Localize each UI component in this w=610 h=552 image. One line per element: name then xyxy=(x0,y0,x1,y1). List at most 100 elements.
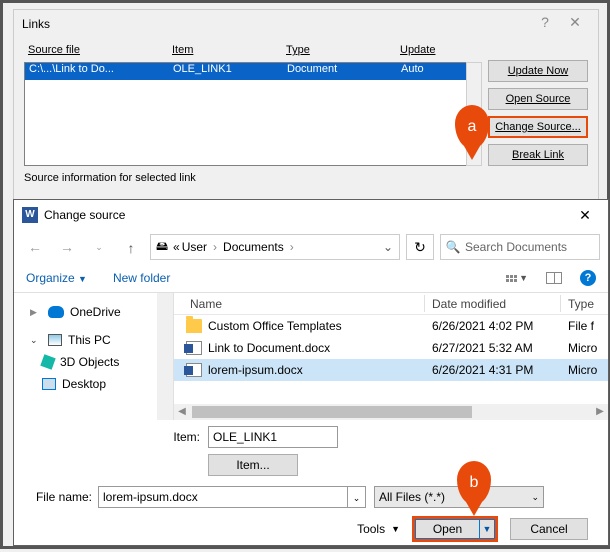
cancel-button[interactable]: Cancel xyxy=(510,518,588,540)
scroll-thumb[interactable] xyxy=(192,406,472,418)
file-row[interactable]: Link to Document.docx 6/27/2021 5:32 AM … xyxy=(174,337,608,359)
recent-dropdown-icon[interactable]: ⌄ xyxy=(86,234,112,260)
file-type: Micro xyxy=(568,363,597,377)
tree-desktop[interactable]: Desktop xyxy=(14,373,173,395)
breadcrumb-sep: « xyxy=(173,240,180,254)
file-type: Micro xyxy=(568,341,597,355)
col-name[interactable]: Name xyxy=(190,297,222,311)
chevron-down-icon: ▼ xyxy=(519,273,528,283)
close-icon[interactable]: ✕ xyxy=(570,207,600,224)
chevron-down-icon: ▼ xyxy=(78,274,87,284)
document-icon xyxy=(186,363,202,377)
links-titlebar: Links ? ✕ xyxy=(14,10,598,38)
filename-label: File name: xyxy=(26,490,98,504)
tree-label: Desktop xyxy=(62,377,106,391)
tree-label: OneDrive xyxy=(70,305,121,319)
update-now-button[interactable]: Update Now xyxy=(488,60,588,82)
open-dropdown-icon[interactable]: ▼ xyxy=(479,519,495,539)
view-mode-button[interactable]: ▼ xyxy=(506,273,528,283)
folder-tree[interactable]: ▶ OneDrive ⌄ This PC 3D Objects Desktop xyxy=(14,293,174,420)
header-source: Source file xyxy=(28,44,80,56)
back-button[interactable]: ← xyxy=(22,234,48,260)
item-label: Item: xyxy=(26,430,208,444)
organize-menu[interactable]: Organize ▼ xyxy=(26,271,87,285)
chevron-down-icon[interactable]: ⌄ xyxy=(383,240,393,254)
header-type: Type xyxy=(286,44,310,56)
header-item: Item xyxy=(172,44,193,56)
open-source-button[interactable]: Open Source xyxy=(488,88,588,110)
chevron-down-icon: ▼ xyxy=(391,524,400,534)
links-footer: Source information for selected link xyxy=(14,170,598,186)
breadcrumb-documents[interactable]: Documents xyxy=(223,240,284,254)
help-icon[interactable]: ? xyxy=(530,14,560,34)
folder-icon xyxy=(186,319,202,333)
file-date: 6/26/2021 4:31 PM xyxy=(432,363,533,377)
tree-this-pc[interactable]: ⌄ This PC xyxy=(14,329,173,351)
file-date: 6/27/2021 5:32 AM xyxy=(432,341,533,355)
help-icon[interactable]: ? xyxy=(580,270,596,286)
cs-titlebar: W Change source ✕ xyxy=(14,200,608,230)
forward-button[interactable]: → xyxy=(54,234,80,260)
file-name: Link to Document.docx xyxy=(208,341,330,355)
links-dialog: Links ? ✕ Source file Item Type Update C… xyxy=(13,9,599,204)
filename-input[interactable]: lorem-ipsum.docx xyxy=(98,486,348,508)
scroll-right-icon[interactable]: ▶ xyxy=(592,404,608,420)
col-type[interactable]: Type xyxy=(568,297,594,311)
pc-icon xyxy=(48,334,62,346)
cell-update: Auto xyxy=(401,63,424,75)
tree-label: This PC xyxy=(68,333,111,347)
scroll-left-icon[interactable]: ◀ xyxy=(174,404,190,420)
search-placeholder: Search Documents xyxy=(465,240,567,254)
item-button[interactable]: Item... xyxy=(208,454,298,476)
chevron-right-icon[interactable]: ▶ xyxy=(30,307,40,318)
word-icon: W xyxy=(22,207,38,223)
drive-icon: 🖴 xyxy=(153,237,171,258)
tree-3d-objects[interactable]: 3D Objects xyxy=(14,351,173,373)
file-row[interactable]: Custom Office Templates 6/26/2021 4:02 P… xyxy=(174,315,608,337)
links-headers: Source file Item Type Update xyxy=(24,44,466,60)
file-hscrollbar[interactable]: ◀ ▶ xyxy=(174,404,608,420)
file-list[interactable]: Name Date modified Type Custom Office Te… xyxy=(174,293,608,420)
tree-label: 3D Objects xyxy=(60,355,119,369)
new-folder-button[interactable]: New folder xyxy=(113,271,170,285)
search-input[interactable]: 🔍 Search Documents xyxy=(440,234,600,260)
links-row[interactable]: C:\...\Link to Do... OLE_LINK1 Document … xyxy=(25,63,466,80)
break-link-button[interactable]: Break Link xyxy=(488,144,588,166)
breadcrumb-user[interactable]: User xyxy=(182,240,207,254)
links-title: Links xyxy=(22,17,530,31)
tree-onedrive[interactable]: ▶ OneDrive xyxy=(14,301,173,323)
cs-title: Change source xyxy=(44,208,570,222)
chevron-right-icon: › xyxy=(213,240,217,254)
change-source-button[interactable]: Change Source... xyxy=(488,116,588,138)
cube-icon xyxy=(40,354,55,369)
filetype-value: All Files (*.*) xyxy=(379,490,445,504)
cell-source: C:\...\Link to Do... xyxy=(29,63,114,75)
col-date[interactable]: Date modified xyxy=(432,297,506,311)
up-button[interactable]: ↑ xyxy=(118,234,144,260)
file-list-header[interactable]: Name Date modified Type xyxy=(174,293,608,315)
preview-pane-button[interactable] xyxy=(546,272,562,284)
header-update: Update xyxy=(400,44,435,56)
chevron-down-icon[interactable]: ⌄ xyxy=(30,335,40,346)
tree-scrollbar[interactable] xyxy=(157,293,173,420)
cell-item: OLE_LINK1 xyxy=(173,63,232,75)
filename-history-dropdown[interactable]: ⌄ xyxy=(348,486,366,508)
cloud-icon xyxy=(48,306,64,318)
desktop-icon xyxy=(42,378,56,390)
breadcrumb[interactable]: 🖴 « User › Documents › ⌄ xyxy=(150,234,400,260)
search-icon: 🔍 xyxy=(441,240,465,254)
links-list[interactable]: C:\...\Link to Do... OLE_LINK1 Document … xyxy=(24,62,466,166)
tools-menu[interactable]: Tools ▼ xyxy=(357,522,400,536)
item-input[interactable]: OLE_LINK1 xyxy=(208,426,338,448)
open-button[interactable]: Open ▼ xyxy=(412,516,498,542)
file-name: lorem-ipsum.docx xyxy=(208,363,303,377)
file-name: Custom Office Templates xyxy=(208,319,342,333)
change-source-dialog: W Change source ✕ ← → ⌄ ↑ 🖴 « User › Doc… xyxy=(13,199,609,546)
file-date: 6/26/2021 4:02 PM xyxy=(432,319,533,333)
file-row[interactable]: lorem-ipsum.docx 6/26/2021 4:31 PM Micro xyxy=(174,359,608,381)
cell-type: Document xyxy=(287,63,337,75)
chevron-down-icon: ⌄ xyxy=(531,492,539,503)
close-icon[interactable]: ✕ xyxy=(560,14,590,34)
document-icon xyxy=(186,341,202,355)
refresh-button[interactable]: ↻ xyxy=(406,234,434,260)
